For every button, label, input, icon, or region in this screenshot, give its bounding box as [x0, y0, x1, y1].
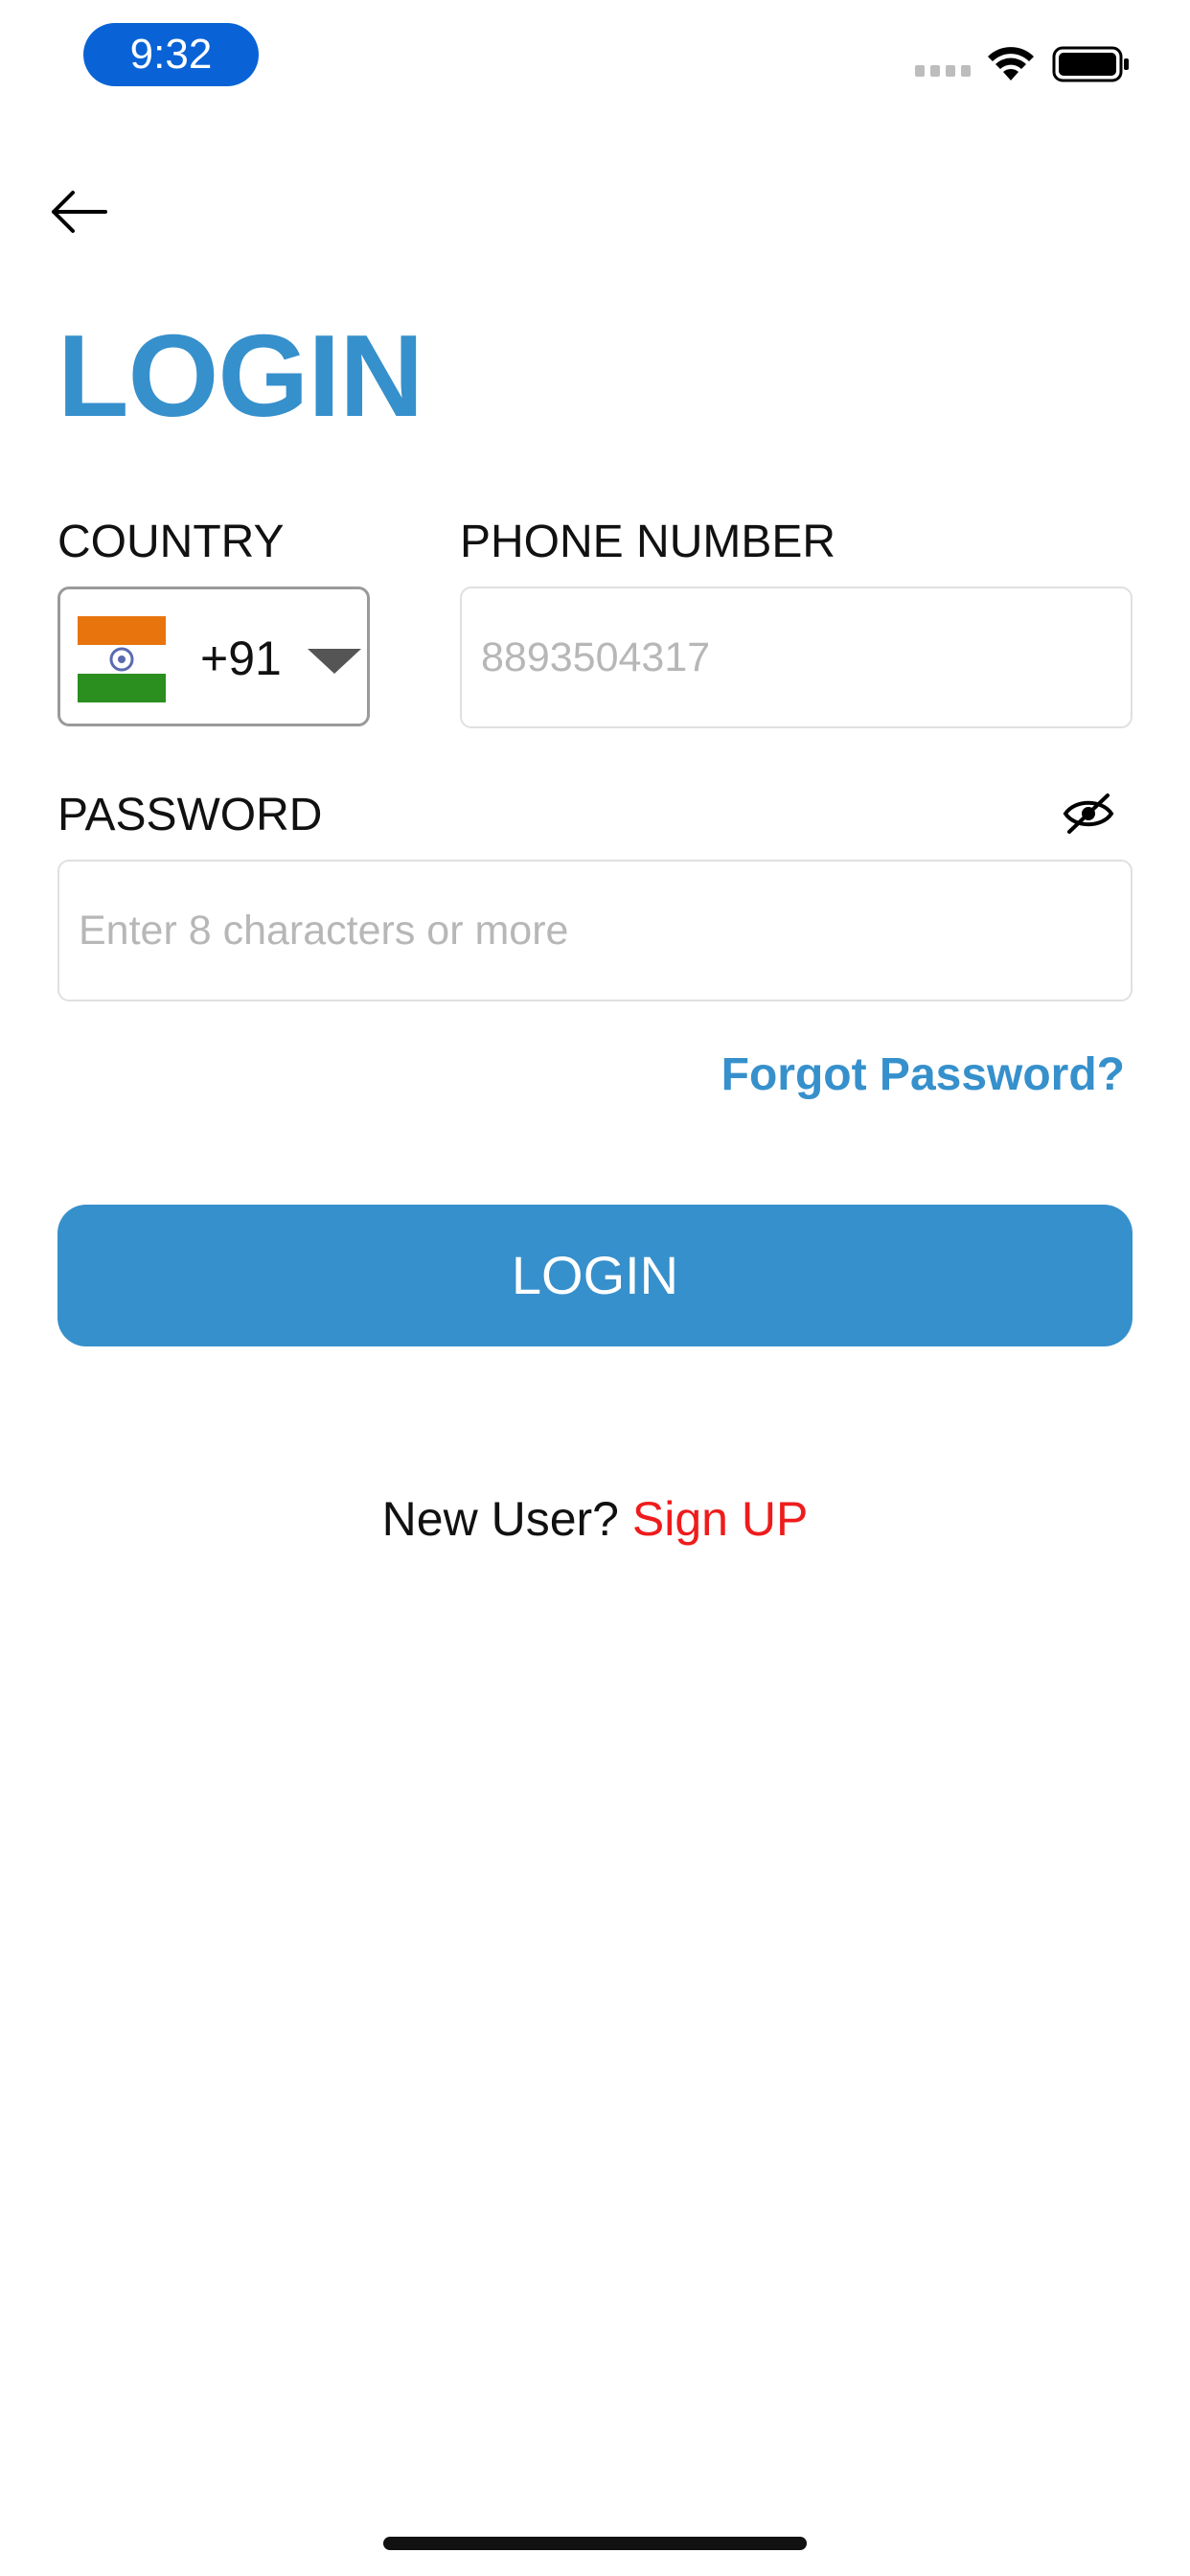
- password-input[interactable]: Enter 8 characters or more: [57, 860, 1133, 1001]
- phone-label: PHONE NUMBER: [460, 517, 836, 567]
- country-label: COUNTRY: [57, 517, 285, 567]
- back-arrow-icon[interactable]: [48, 188, 111, 236]
- password-label: PASSWORD: [57, 790, 323, 840]
- home-indicator[interactable]: [383, 2537, 807, 2550]
- battery-icon: [1052, 46, 1129, 82]
- signup-link[interactable]: Sign UP: [632, 1492, 808, 1546]
- dial-code: +91: [200, 632, 282, 685]
- cellular-signal-icon: [915, 65, 971, 79]
- signup-prompt-line: New User? Sign UP: [0, 1490, 1190, 1548]
- phone-number-input[interactable]: 8893504317: [460, 586, 1133, 728]
- india-flag-icon: [78, 616, 166, 702]
- forgot-password-link[interactable]: Forgot Password?: [721, 1046, 1125, 1104]
- status-time: 9:32: [83, 23, 259, 86]
- login-button[interactable]: LOGIN: [57, 1205, 1133, 1346]
- country-code-selector[interactable]: +91: [57, 586, 370, 726]
- eye-slash-icon[interactable]: [1062, 792, 1115, 836]
- chevron-down-icon: [308, 649, 361, 674]
- wifi-icon: [988, 47, 1034, 80]
- signup-prompt: New User?: [381, 1492, 619, 1546]
- page-title: LOGIN: [57, 310, 423, 441]
